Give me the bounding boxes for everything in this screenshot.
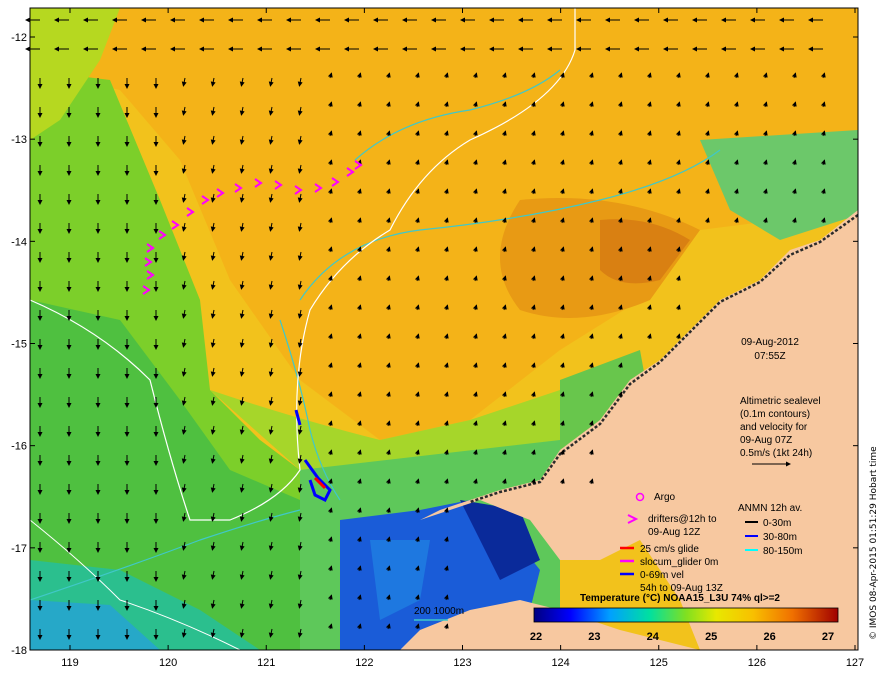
- credit-text: © IMOS 08-Apr-2015 01:51:29 Hobart time: [869, 446, 879, 640]
- colorbar-tick-label: 23: [588, 631, 600, 643]
- lon-tick-label: 126: [748, 657, 766, 669]
- lat-tick-label: -16: [11, 441, 27, 453]
- isobath-label: 200 1000m: [414, 606, 464, 617]
- altimetry-line1: Altimetric sealevel: [740, 396, 821, 407]
- lon-tick-label: 123: [453, 657, 471, 669]
- legend-anmn-2: 30-80m: [763, 532, 797, 543]
- legend-anmn-3: 80-150m: [763, 546, 802, 557]
- colorbar-tick-label: 27: [822, 631, 834, 643]
- altimetry-line4: 09-Aug 07Z: [740, 435, 792, 446]
- lat-tick-label: -18: [11, 645, 27, 657]
- ocean-temperature-map: 119 120 121 122 123 124 125 126 127 -12 -13 -14 -15 -…: [11, 7, 879, 669]
- sst-field: [30, 8, 858, 650]
- lat-tick-label: -17: [11, 543, 27, 555]
- legend-drifters-2: 09-Aug 12Z: [648, 527, 700, 538]
- lon-tick-label: 122: [355, 657, 373, 669]
- legend-argo: Argo: [654, 492, 676, 503]
- colorbar-gradient: [533, 607, 839, 623]
- lat-tick-label: -15: [11, 339, 27, 351]
- colorbar-tick-label: 24: [647, 631, 660, 643]
- colorbar-tick-label: 22: [530, 631, 542, 643]
- colorbar-tick-label: 25: [705, 631, 717, 643]
- legend-anmn-title: ANMN 12h av.: [738, 503, 802, 514]
- colorbar-title: Temperature (°C) NOAA15_L3U 74% ql>=2: [580, 593, 780, 604]
- lon-tick-label: 125: [650, 657, 668, 669]
- altimetry-line3: and velocity for: [740, 422, 808, 433]
- legend-slocum: slocum_glider 0m: [640, 557, 718, 568]
- legend-glide: 25 cm/s glide: [640, 544, 699, 555]
- legend-drifters-1: drifters@12h to: [648, 514, 717, 525]
- map-date: 09-Aug-2012: [741, 337, 799, 348]
- lon-tick-label: 127: [846, 657, 864, 669]
- lon-tick-label: 124: [551, 657, 569, 669]
- colorbar-tick-label: 26: [763, 631, 775, 643]
- lon-tick-label: 121: [257, 657, 275, 669]
- map-time: 07:55Z: [754, 351, 785, 362]
- legend-anmn-1: 0-30m: [763, 518, 791, 529]
- lat-tick-label: -12: [11, 32, 27, 44]
- altimetry-line5: 0.5m/s (1kt 24h): [740, 448, 812, 459]
- lon-tick-label: 120: [159, 657, 177, 669]
- legend-vel-1: 0-69m vel: [640, 570, 684, 581]
- lat-tick-label: -13: [11, 134, 27, 146]
- altimetry-line2: (0.1m contours): [740, 409, 810, 420]
- lon-tick-label: 119: [61, 657, 79, 669]
- lat-tick-label: -14: [11, 236, 27, 248]
